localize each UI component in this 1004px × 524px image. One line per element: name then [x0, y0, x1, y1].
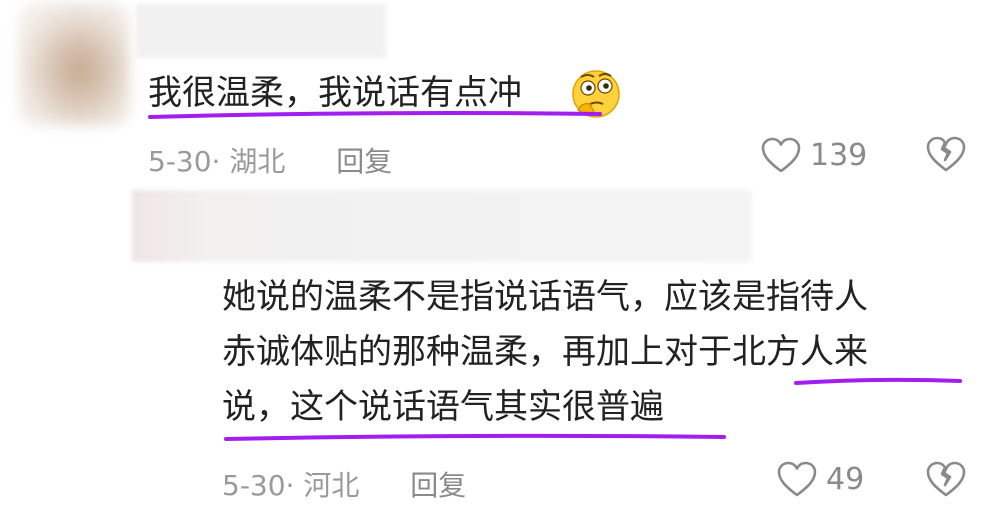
like-count: 139: [810, 137, 868, 173]
reply-text-line: 她说的温柔不是指说话语气，应该是指待人: [222, 277, 868, 317]
broken-heart-icon[interactable]: [924, 459, 968, 499]
reply-text: 她说的温柔不是指说话语气，应该是指待人 赤诚体贴的那种温柔，再加上对于北方人来 …: [222, 270, 962, 435]
like-button[interactable]: 139: [760, 136, 867, 174]
like-count: 49: [826, 461, 865, 497]
thinking-face-emoji: [572, 70, 620, 118]
like-button[interactable]: 49: [776, 460, 864, 498]
reply-meta: 5-30· 河北 回复: [222, 464, 466, 504]
reply-button[interactable]: 回复: [410, 469, 466, 502]
heart-icon: [761, 137, 801, 173]
reply-button[interactable]: 回复: [336, 145, 392, 178]
comment-meta: 5-30· 湖北 回复: [148, 140, 392, 180]
underline-mark: [224, 433, 726, 441]
reply-date-location: 5-30· 河北: [222, 469, 360, 502]
heart-icon: [777, 461, 817, 497]
avatar-blurred[interactable]: [18, 2, 130, 126]
comment-date-location: 5-30· 湖北: [148, 145, 286, 178]
reply-text-line: 说，这个说话语气其实很普遍: [222, 387, 664, 427]
broken-heart-icon[interactable]: [924, 134, 968, 174]
username-blurred[interactable]: [136, 4, 386, 58]
reply-text-line: 赤诚体贴的那种温柔，再加上对于北方人来: [222, 332, 868, 372]
comment-text: 我很温柔，我说话有点冲: [148, 73, 522, 113]
comment-thread: 我很温柔，我说话有点冲 5-30· 湖北 回复 139 她说的温柔不是指说话语气…: [0, 0, 1004, 524]
underline-mark: [148, 111, 602, 119]
reply-username-blurred[interactable]: [132, 190, 752, 262]
